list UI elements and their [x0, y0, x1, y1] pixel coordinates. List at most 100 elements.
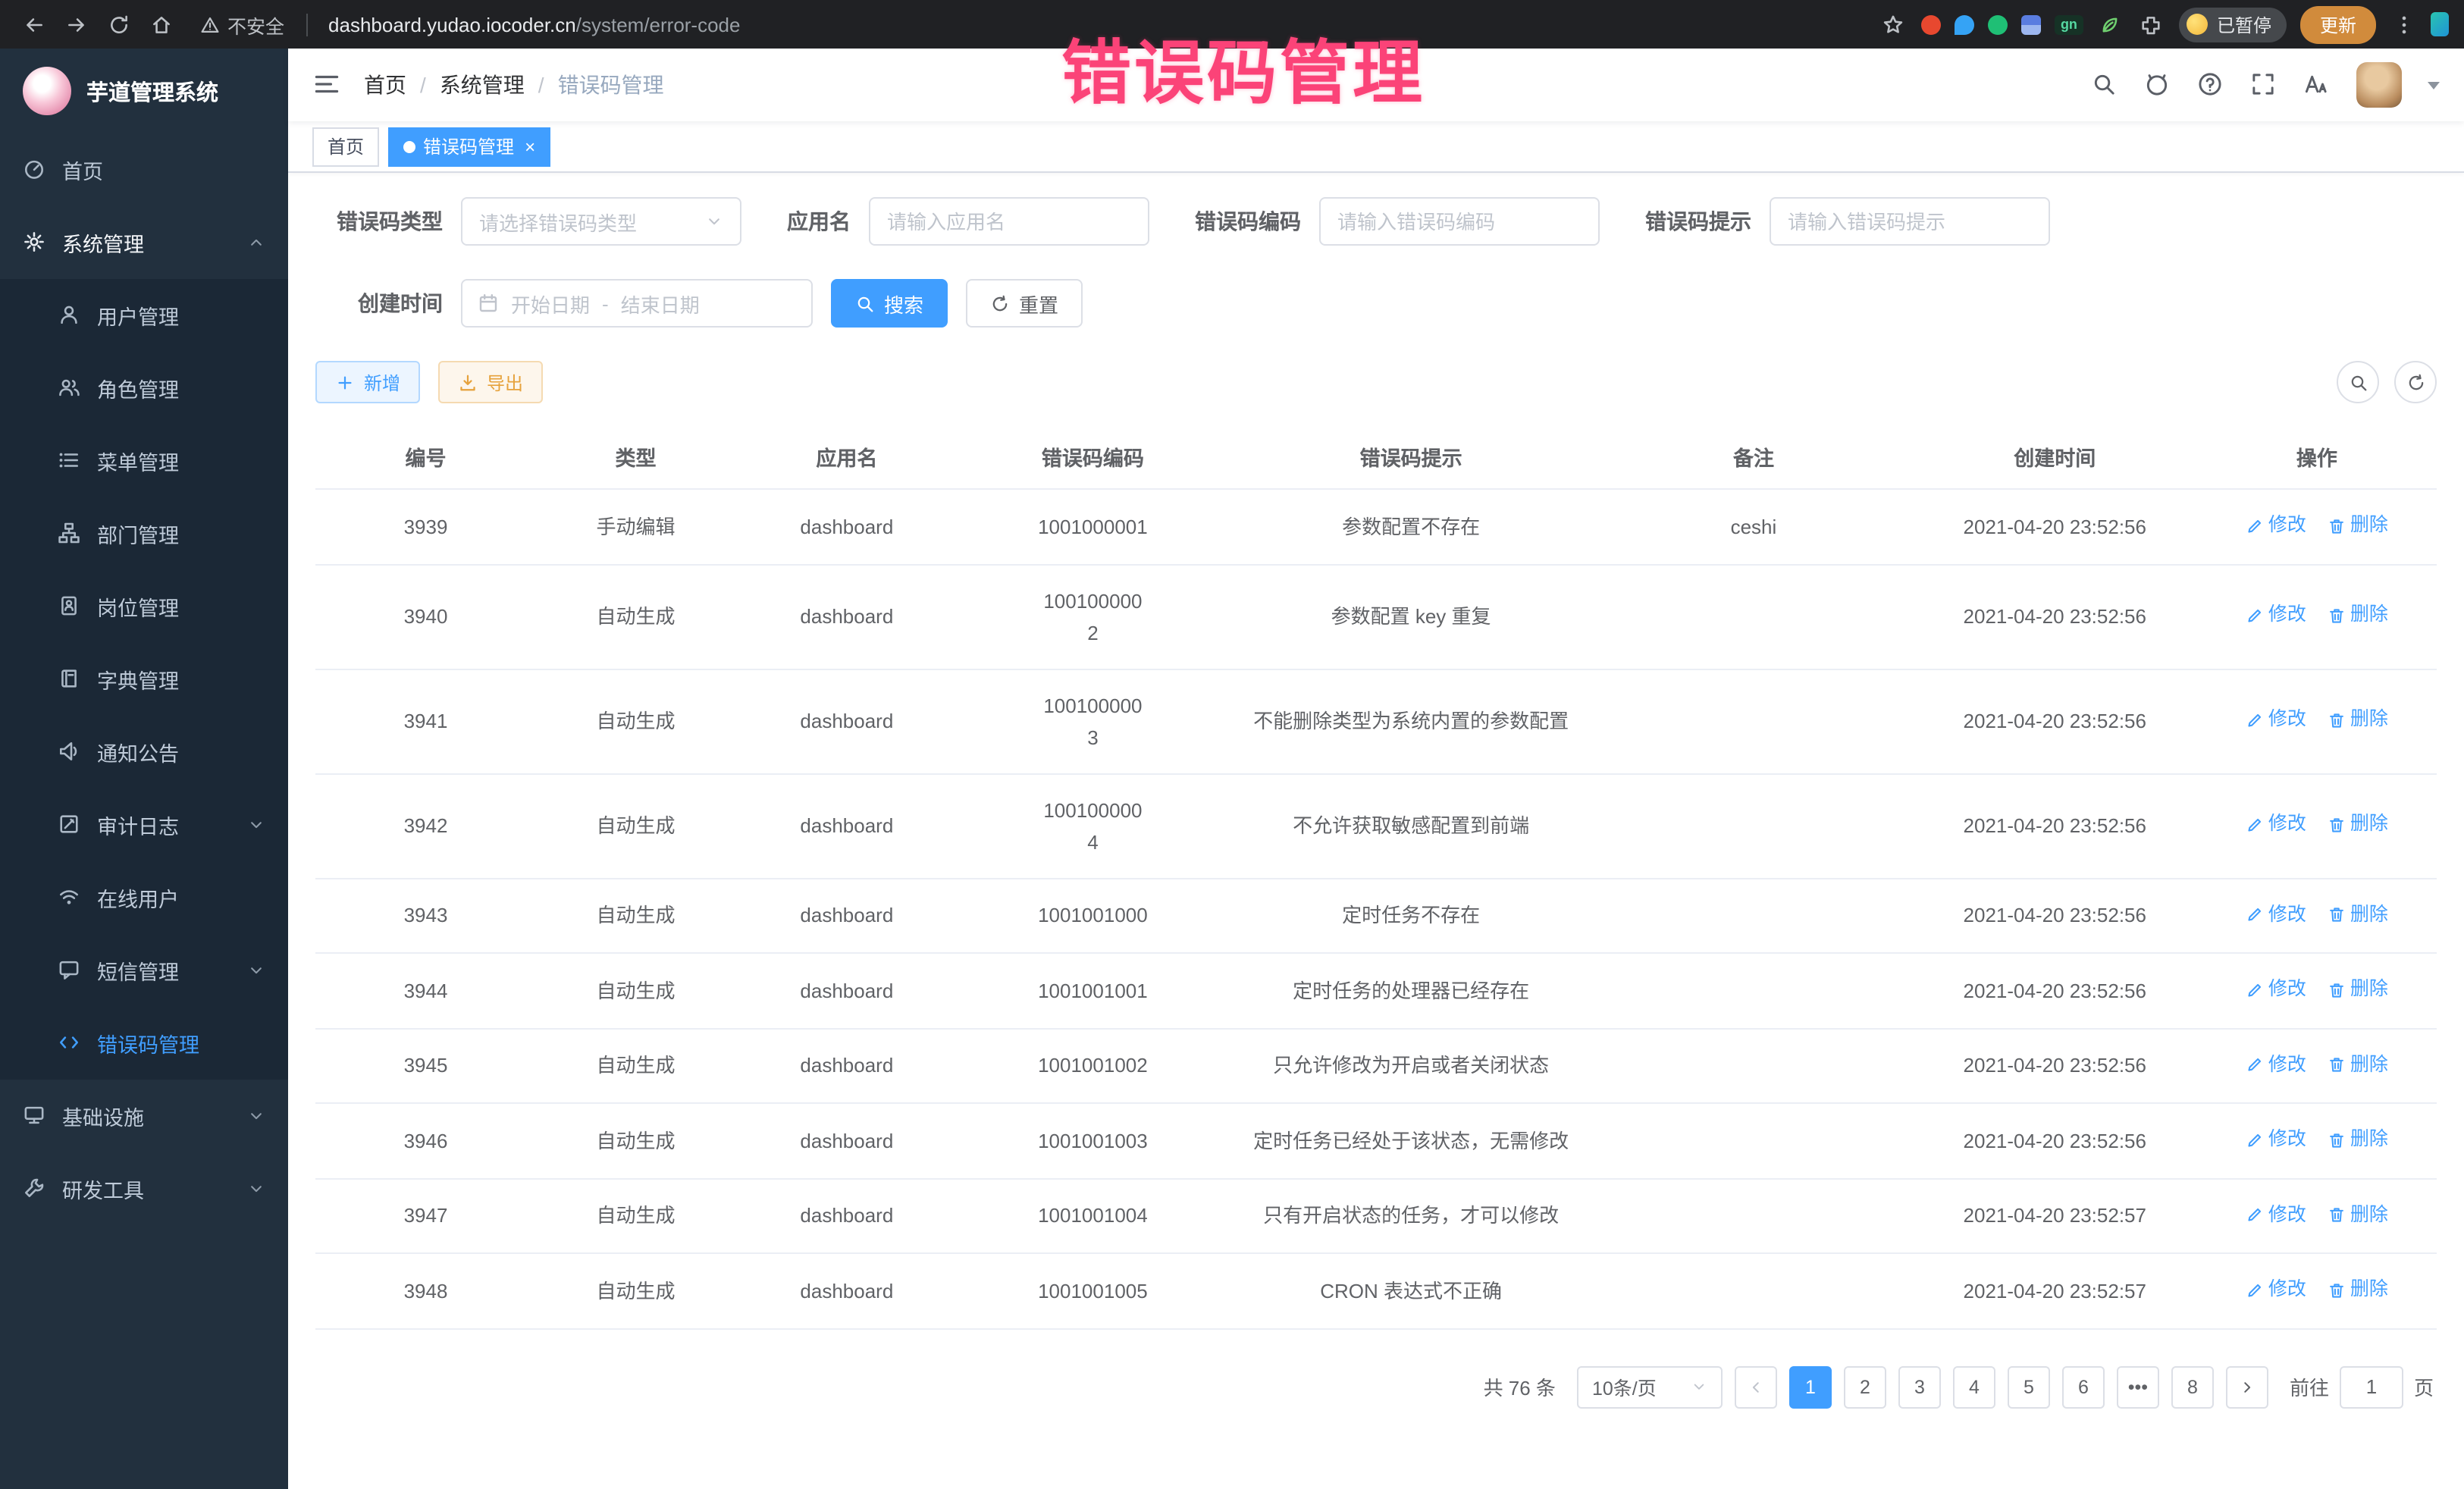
error-type-select[interactable]: 请选择错误码类型 [461, 197, 741, 246]
edit-link[interactable]: 修改 [2246, 704, 2306, 736]
page-button[interactable]: 4 [1953, 1365, 1995, 1408]
security-chip[interactable]: 不安全 [200, 10, 284, 39]
edit-link[interactable]: 修改 [2246, 1049, 2306, 1080]
prev-page-button[interactable] [1735, 1365, 1777, 1408]
page-size-select[interactable]: 10条/页 [1577, 1365, 1723, 1408]
sidebar-item[interactable]: 岗位管理 [0, 570, 288, 643]
search-button[interactable]: 搜索 [831, 279, 948, 328]
error-code-input[interactable] [1319, 197, 1600, 246]
sidebar-item[interactable]: 角色管理 [0, 352, 288, 425]
goto-prefix: 前往 [2290, 1372, 2329, 1401]
goto-page-input[interactable] [2340, 1365, 2403, 1408]
edit-link[interactable]: 修改 [2246, 898, 2306, 930]
cell-code: 100100000 2 [958, 564, 1227, 669]
fullscreen-icon[interactable] [2250, 71, 2277, 99]
logo[interactable]: 芋道管理系统 [0, 49, 288, 133]
edit-link[interactable]: 修改 [2246, 600, 2306, 632]
edit-icon [2246, 1055, 2264, 1074]
sidebar-item[interactable]: 短信管理 [0, 934, 288, 1007]
breadcrumb-home[interactable]: 首页 [364, 70, 406, 100]
add-button[interactable]: 新增 [315, 361, 420, 403]
error-hint-input[interactable] [1770, 197, 2050, 246]
delete-link[interactable]: 删除 [2328, 973, 2388, 1005]
bookmark-star-icon[interactable] [1880, 11, 1908, 38]
page-button[interactable]: 2 [1844, 1365, 1886, 1408]
page-button[interactable]: 1 [1789, 1365, 1832, 1408]
export-button[interactable]: 导出 [438, 361, 543, 403]
delete-link[interactable]: 删除 [2328, 704, 2388, 736]
sidebar-item[interactable]: 菜单管理 [0, 425, 288, 497]
delete-link[interactable]: 删除 [2328, 898, 2388, 930]
sidebar-item[interactable]: 用户管理 [0, 279, 288, 352]
sidebar-item[interactable]: 错误码管理 [0, 1007, 288, 1080]
extension-badge[interactable]: gn [2055, 14, 2083, 34]
user-avatar[interactable] [2356, 62, 2402, 108]
url-bar[interactable]: dashboard.yudao.iocoder.cn/system/error-… [328, 13, 740, 36]
header-search-icon[interactable] [2091, 71, 2118, 99]
avatar-caret-icon[interactable] [2428, 81, 2440, 89]
next-page-button[interactable] [2226, 1365, 2268, 1408]
sidebar-item[interactable]: 首页 [0, 133, 288, 206]
extension-icon-drop[interactable] [1955, 14, 1974, 34]
screen: 不安全 dashboard.yudao.iocoder.cn/system/er… [0, 0, 2464, 1489]
cell-remark [1594, 773, 1913, 878]
delete-link[interactable]: 删除 [2328, 600, 2388, 632]
page-button[interactable]: 8 [2171, 1365, 2214, 1408]
delete-link[interactable]: 删除 [2328, 1124, 2388, 1155]
font-size-icon[interactable] [2303, 71, 2331, 99]
profile-avatar [2187, 14, 2208, 35]
date-range-picker[interactable]: 开始日期 - 结束日期 [461, 279, 813, 328]
sidebar-item[interactable]: 系统管理 [0, 206, 288, 279]
edit-link[interactable]: 修改 [2246, 1274, 2306, 1306]
forward-icon[interactable] [58, 6, 94, 42]
sidebar-item[interactable]: 基础设施 [0, 1080, 288, 1152]
delete-link[interactable]: 删除 [2328, 809, 2388, 841]
reload-icon[interactable] [100, 6, 136, 42]
reset-button[interactable]: 重置 [966, 279, 1083, 328]
kebab-menu-icon[interactable] [2390, 11, 2417, 38]
profile-paused-badge[interactable]: 已暂停 [2179, 7, 2287, 42]
extensions-puzzle-icon[interactable] [2138, 11, 2165, 38]
extension-icon-red[interactable] [1921, 14, 1941, 34]
refresh-table-button[interactable] [2394, 361, 2437, 403]
page-button[interactable]: 3 [1898, 1365, 1941, 1408]
back-icon[interactable] [15, 6, 52, 42]
app-name-input[interactable] [869, 197, 1149, 246]
page-button[interactable]: 6 [2062, 1365, 2105, 1408]
more-pages-button[interactable]: ••• [2117, 1365, 2159, 1408]
delete-link[interactable]: 删除 [2328, 509, 2388, 541]
edit-link[interactable]: 修改 [2246, 1124, 2306, 1155]
page-button[interactable]: 5 [2008, 1365, 2050, 1408]
tab-home[interactable]: 首页 [312, 127, 379, 166]
edit-link[interactable]: 修改 [2246, 1199, 2306, 1230]
delete-link[interactable]: 删除 [2328, 1049, 2388, 1080]
sidebar-item[interactable]: 研发工具 [0, 1152, 288, 1225]
side-panel-chip[interactable] [2431, 12, 2449, 36]
close-icon[interactable]: × [525, 137, 535, 155]
home-icon[interactable] [143, 6, 179, 42]
edit-link[interactable]: 修改 [2246, 509, 2306, 541]
edit-link[interactable]: 修改 [2246, 809, 2306, 841]
update-button[interactable]: 更新 [2300, 5, 2376, 43]
delete-link[interactable]: 删除 [2328, 1199, 2388, 1230]
toggle-search-button[interactable] [2337, 361, 2379, 403]
help-icon[interactable] [2197, 71, 2224, 99]
sidebar-item[interactable]: 部门管理 [0, 497, 288, 570]
cell-remark [1594, 669, 1913, 773]
sidebar-item[interactable]: 通知公告 [0, 716, 288, 788]
github-icon[interactable] [2144, 71, 2171, 99]
sidebar-item[interactable]: 审计日志 [0, 788, 288, 861]
sidebar-item-label: 字典管理 [97, 664, 179, 694]
delete-link[interactable]: 删除 [2328, 1274, 2388, 1306]
breadcrumb-system[interactable]: 系统管理 [440, 70, 525, 100]
extension-icon-bars[interactable] [2021, 14, 2041, 34]
extension-icon-green[interactable] [1988, 14, 2008, 34]
sidebar-item[interactable]: 字典管理 [0, 643, 288, 716]
sidebar-item-label: 岗位管理 [97, 591, 179, 622]
delete-icon [2328, 816, 2346, 834]
edit-link[interactable]: 修改 [2246, 973, 2306, 1005]
hamburger-icon[interactable] [312, 70, 343, 100]
sidebar-item[interactable]: 在线用户 [0, 861, 288, 934]
tab-error-code[interactable]: 错误码管理 × [388, 127, 550, 166]
extension-leaf-icon[interactable] [2097, 11, 2124, 38]
